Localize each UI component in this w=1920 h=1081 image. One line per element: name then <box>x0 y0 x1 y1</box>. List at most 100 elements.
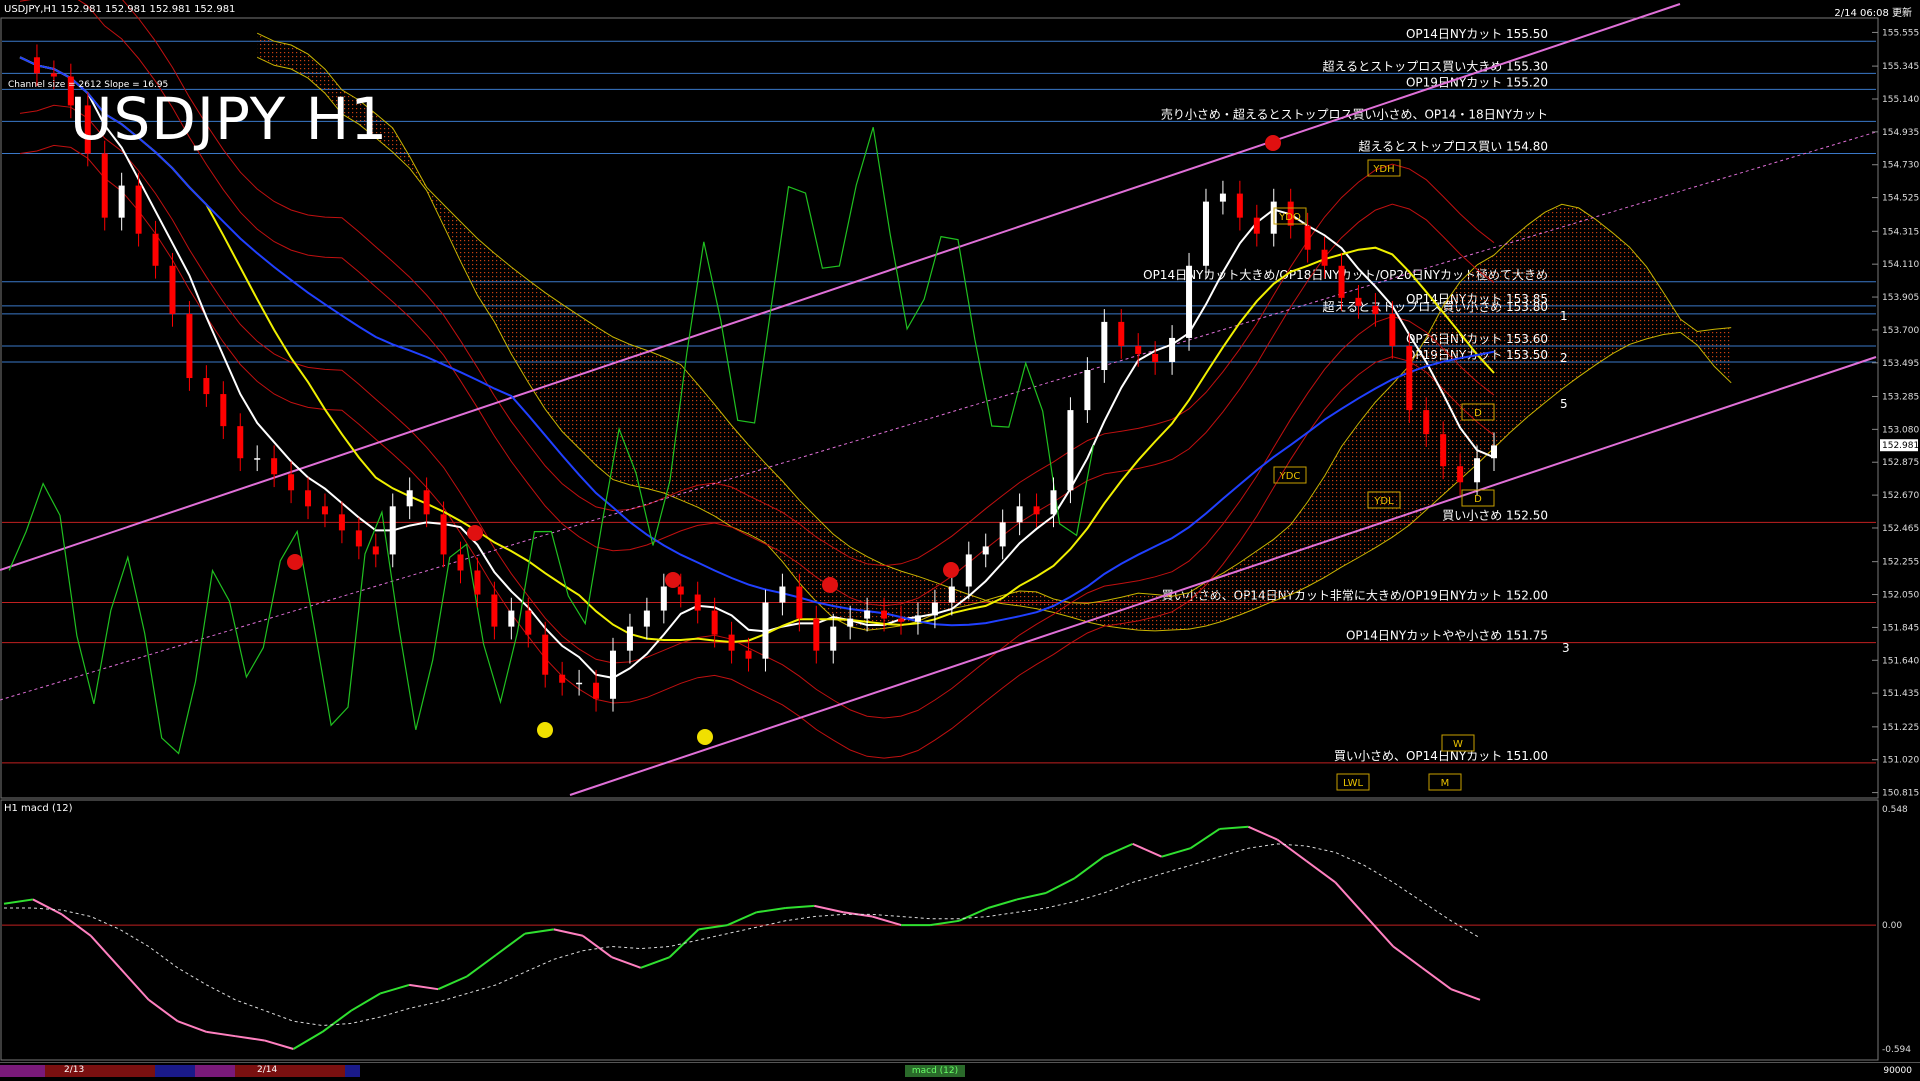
candle-body <box>1474 458 1481 483</box>
symbol-header: USDJPY,H1 152.981 152.981 152.981 152.98… <box>4 4 236 15</box>
macd-segment <box>1219 825 1249 830</box>
candle-body <box>1389 313 1396 346</box>
macd-tab[interactable]: macd (12) <box>905 1065 965 1077</box>
macd-segment <box>1248 825 1278 841</box>
candle-body <box>1169 337 1176 362</box>
candle-body <box>237 426 244 459</box>
macd-segment <box>1016 892 1047 901</box>
candle-body <box>1338 265 1345 298</box>
candle-body <box>931 602 938 616</box>
macd-segment <box>264 1039 294 1050</box>
candle-body <box>898 618 905 622</box>
cloud-area <box>257 33 1732 631</box>
candle-body <box>1457 466 1464 483</box>
macd-segment <box>553 928 584 937</box>
signal-dot <box>943 562 959 578</box>
level-label: 超えるとストップロス買い 154.80 <box>1359 139 1548 154</box>
candle-body <box>1253 217 1260 234</box>
y-tick-label: 155.555 <box>1882 28 1919 38</box>
macd-segment <box>1190 828 1221 850</box>
candle-body <box>423 490 430 515</box>
candle-body <box>1152 353 1159 362</box>
y-tick-label: 151.020 <box>1882 756 1919 766</box>
macd-segment <box>292 1031 323 1050</box>
candle-body <box>830 626 837 651</box>
candle-body <box>1372 305 1379 314</box>
level-label: 買い小さめ 152.50 <box>1442 508 1548 522</box>
y-tick-label: 154.110 <box>1882 260 1919 270</box>
candle-body <box>406 490 413 507</box>
macd-segment <box>119 967 150 1001</box>
candle-body <box>948 586 955 603</box>
macd-segment <box>1305 860 1336 884</box>
bar-segment <box>45 1065 155 1077</box>
macd-segment <box>611 956 642 969</box>
macd-segment <box>1045 877 1076 894</box>
band-line <box>19 104 1495 719</box>
candle-body <box>1084 370 1091 411</box>
marker-label: LWL <box>1343 778 1364 789</box>
candle-body <box>1423 410 1430 435</box>
channel-mid <box>0 131 1877 701</box>
candle-body <box>220 394 227 427</box>
wave-label: 1 <box>1560 309 1568 323</box>
candle-body <box>728 634 735 651</box>
current-price-label: 152.981 <box>1882 441 1919 451</box>
macd-segment <box>727 911 757 927</box>
candle-body <box>1406 345 1413 411</box>
y-tick-label: 151.640 <box>1882 656 1919 666</box>
candle-body <box>982 546 989 555</box>
macd-label: H1 macd (12) <box>4 803 73 814</box>
macd-segment <box>1363 913 1394 948</box>
candle-body <box>254 458 261 460</box>
candle-body <box>609 650 616 699</box>
macd-segment <box>3 898 34 905</box>
timeframe-bar[interactable]: 2/13 2/14 macd (12) 90000 <box>0 1062 1920 1081</box>
candle-body <box>203 378 210 395</box>
candle-body <box>1067 410 1074 491</box>
macd-segment <box>495 932 526 956</box>
macd-segment <box>90 935 121 969</box>
candle-body <box>321 506 328 515</box>
y-tick-label: 152.465 <box>1882 524 1919 534</box>
main-chart: OP14日NYカット 155.50超えるとストップロス買い大きめ 155.30O… <box>0 0 1919 1061</box>
candle-body <box>643 610 650 627</box>
candle-body <box>338 514 345 531</box>
wave-label: 5 <box>1560 397 1568 411</box>
candle-body <box>762 602 769 659</box>
price-axis: 155.555 155.345 155.140 154.935 154.730 154.5… <box>1872 28 1919 799</box>
marker-label: YDL <box>1373 496 1394 507</box>
candle-body <box>169 265 176 314</box>
macd-segment <box>1421 967 1452 990</box>
signal-dot <box>697 729 713 745</box>
y-tick-label: 154.315 <box>1882 227 1919 237</box>
candle-body <box>440 514 447 555</box>
candle-body <box>50 73 57 77</box>
chikou-span <box>8 127 1095 755</box>
y-tick-label: 151.225 <box>1882 723 1919 733</box>
candle-body <box>779 586 786 603</box>
bar-segment <box>0 1065 45 1077</box>
macd-segment <box>235 1035 265 1042</box>
y-tick-label: 153.495 <box>1882 359 1919 369</box>
macd-segment <box>1132 842 1163 858</box>
ichimoku-cloud <box>256 32 1732 632</box>
macd-segment <box>871 915 902 927</box>
y-tick-label: 154.730 <box>1882 161 1919 171</box>
candle-body <box>1186 265 1193 338</box>
macd-segment <box>582 934 613 958</box>
y-tick-label: 152.255 <box>1882 558 1919 568</box>
macd-segment <box>466 954 497 978</box>
macd-segment <box>409 983 439 991</box>
candle-body <box>525 610 532 635</box>
level-label: OP14日NYカット 155.50 <box>1406 27 1548 41</box>
candle-body <box>355 530 362 547</box>
y-tick-label: 151.435 <box>1882 689 1919 699</box>
macd-segment <box>379 983 410 995</box>
macd-tick-label: -0.594 <box>1882 1045 1911 1055</box>
bar-segment <box>195 1065 235 1077</box>
macd-segment <box>1392 945 1423 969</box>
signal-dot <box>537 722 553 738</box>
candle-body <box>847 618 854 627</box>
y-tick-label: 154.525 <box>1882 194 1919 204</box>
